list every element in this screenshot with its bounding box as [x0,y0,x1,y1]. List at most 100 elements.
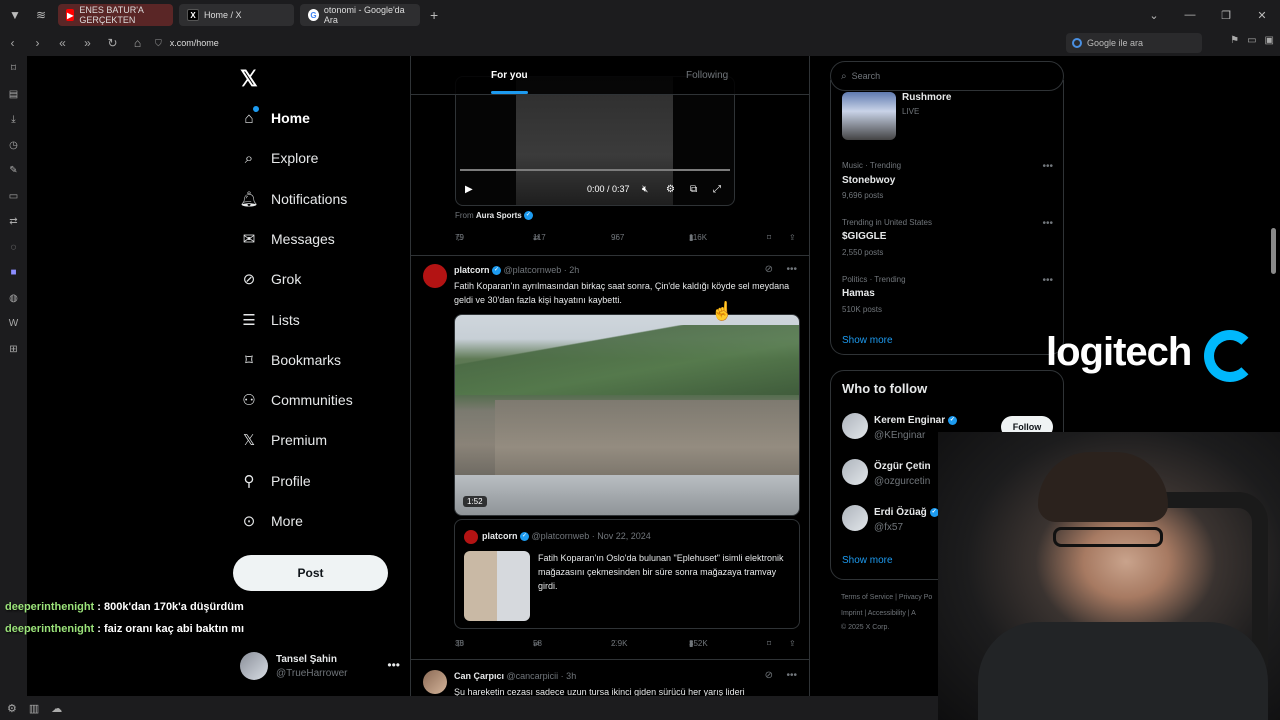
wikipedia-icon[interactable]: W [0,311,27,337]
rewind-icon[interactable]: « [50,36,75,50]
maximize-icon[interactable]: ❐ [1208,9,1244,22]
follow-name-row[interactable]: Kerem Enginar ✓ [874,415,957,426]
repost-button[interactable]: ⇄ 58 [533,639,542,648]
avatar[interactable] [423,670,447,694]
nav-item-lists[interactable]: ☰ Lists [240,304,300,336]
grok-icon[interactable]: ⊘ [765,670,773,681]
account-switcher[interactable]: Tansel Şahin @TrueHarrower ••• [240,648,400,684]
panel-toggle-icon[interactable]: ▥ [29,702,39,715]
reload-icon[interactable]: ↻ [100,36,125,50]
more-dots-icon[interactable]: ••• [1042,218,1053,229]
trend-name[interactable]: Hamas [842,288,875,299]
like-button[interactable]: ♡ 967 [611,233,624,242]
quoted-tweet[interactable]: platcorn ✓ @platcornweb · Nov 22, 2024 F… [454,519,800,629]
browser-tab-youtube[interactable]: ▶ ENES BATUR'A GERÇEKTEN [58,4,173,26]
translate-icon[interactable]: ⇄ [0,209,27,235]
author-handle[interactable]: @cancarpicii · 3h [507,671,577,681]
tab-following[interactable]: Following [686,70,728,81]
trend-name[interactable]: $GIGGLE [842,231,886,242]
window-icon[interactable]: ▭ [0,184,27,210]
more-dots-icon[interactable]: ••• [1042,161,1053,172]
close-icon[interactable]: ✕ [1244,9,1280,22]
nav-item-messages[interactable]: ✉ Messages [240,223,335,255]
profile-icon[interactable]: ▣ [1265,35,1274,46]
chat-icon[interactable]: ◌ [0,235,27,261]
footer-links[interactable]: Terms of Service | Privacy Po [841,594,932,601]
web-panel-icon[interactable]: ◍ [0,286,27,312]
avatar[interactable] [842,505,868,531]
tab-for-you[interactable]: For you [491,70,528,81]
vpn-icon[interactable]: ▭ [1247,35,1256,46]
tab-stack-icon[interactable]: ≋ [30,4,52,26]
show-more-link[interactable]: Show more [842,555,893,566]
reply-button[interactable]: 💬︎ 79 [455,233,465,242]
avatar[interactable] [423,264,447,288]
share-icon[interactable]: ⇪ [789,639,796,648]
nav-item-explore[interactable]: ⌕ Explore [240,142,319,174]
more-dots-icon[interactable]: ••• [1042,275,1053,286]
nav-item-more[interactable]: ⊙ More [240,505,303,537]
browser-tab-google[interactable]: G otonomi - Google'da Ara [300,4,420,26]
nav-item-bookmarks[interactable]: ⌑ Bookmarks [240,344,341,376]
reply-button[interactable]: 💬︎ 38 [455,639,465,648]
x-logo[interactable]: 𝕏 [240,66,258,92]
page-scrollbar[interactable] [1271,228,1276,274]
browser-search-field[interactable]: Google ile ara [1066,33,1202,53]
nav-item-notifications[interactable]: 🔔︎ Notifications [239,183,347,215]
grok-icon[interactable]: ⊘ [765,264,773,275]
author-handle[interactable]: @platcornweb · 2h [504,265,580,275]
tab-list-icon[interactable]: ⌄ [1136,9,1172,22]
avatar[interactable] [842,459,868,485]
avatar[interactable] [842,413,868,439]
notes-icon[interactable]: ✎ [0,158,27,184]
history-icon[interactable]: ◷ [0,133,27,159]
follow-name-row[interactable]: Özgür Çetin [874,461,931,472]
vivaldi-menu-icon[interactable]: ▼ [4,4,26,26]
browser-tab-x[interactable]: X Home / X [179,4,294,26]
like-button[interactable]: ♡ 2.9K [611,639,627,648]
pip-icon[interactable]: ⧉ [690,184,697,195]
reading-list-icon[interactable]: ▤ [0,82,27,108]
author-name[interactable]: Can Çarpıcı [454,671,504,681]
downloads-icon[interactable]: ⤓ [0,107,27,133]
trend-name[interactable]: Rushmore [902,92,951,103]
search-input[interactable]: ⌕ Search [830,61,1064,91]
more-dots-icon[interactable]: ••• [786,670,797,681]
settings-icon[interactable]: ⚙ [7,702,17,715]
cloud-icon[interactable]: ☁ [51,702,62,715]
author-name[interactable]: platcorn [454,265,490,275]
source-name[interactable]: Aura Sports [476,211,522,220]
nav-item-grok[interactable]: ⊘ Grok [240,263,302,295]
settings-icon[interactable]: ⚙ [666,184,675,195]
video-player[interactable]: ▶ 0:00 / 0:37 🔇︎ ⚙ ⧉ ⤢ [455,76,735,206]
home-browser-icon[interactable]: ⌂ [125,36,150,50]
extension-icon[interactable]: ⚑ [1230,35,1239,46]
fullscreen-icon[interactable]: ⤢ [713,184,721,195]
nav-item-home[interactable]: ⌂ Home [240,102,309,134]
url-field[interactable]: ⛉ x.com/home [155,34,1035,52]
bookmarks-panel-icon[interactable]: ⌑ [0,56,27,82]
new-tab-button[interactable]: + [430,7,438,23]
forward-icon[interactable]: › [25,36,50,50]
footer-links[interactable]: Imprint | Accessibility | A [841,610,916,617]
add-panel-icon[interactable]: ⊞ [0,337,27,363]
post-button[interactable]: Post [233,555,388,591]
show-more-link[interactable]: Show more [842,335,893,346]
play-icon[interactable]: ▶ [465,184,473,195]
back-icon[interactable]: ‹ [0,36,25,50]
bookmark-icon[interactable]: ⌑ [767,233,771,242]
follow-name-row[interactable]: Erdi Özüağ ✓ [874,507,939,518]
share-icon[interactable]: ⇪ [789,233,796,242]
minimize-icon[interactable]: — [1172,9,1208,21]
nav-item-communities[interactable]: ⚇ Communities [240,384,352,416]
fast-forward-icon[interactable]: » [75,36,100,50]
more-dots-icon[interactable]: ••• [387,658,400,672]
trend-name[interactable]: Stonebwoy [842,175,895,186]
mute-icon[interactable]: 🔇︎ [642,184,648,195]
video-progress-bar[interactable] [460,169,730,171]
views-button[interactable]: ▮ 352K [689,639,708,648]
mastodon-icon[interactable]: ■ [0,260,27,286]
tweet-video[interactable]: 1:52 [454,314,800,516]
nav-item-profile[interactable]: ⚲ Profile [240,465,311,497]
nav-item-premium[interactable]: 𝕏 Premium [240,424,327,456]
